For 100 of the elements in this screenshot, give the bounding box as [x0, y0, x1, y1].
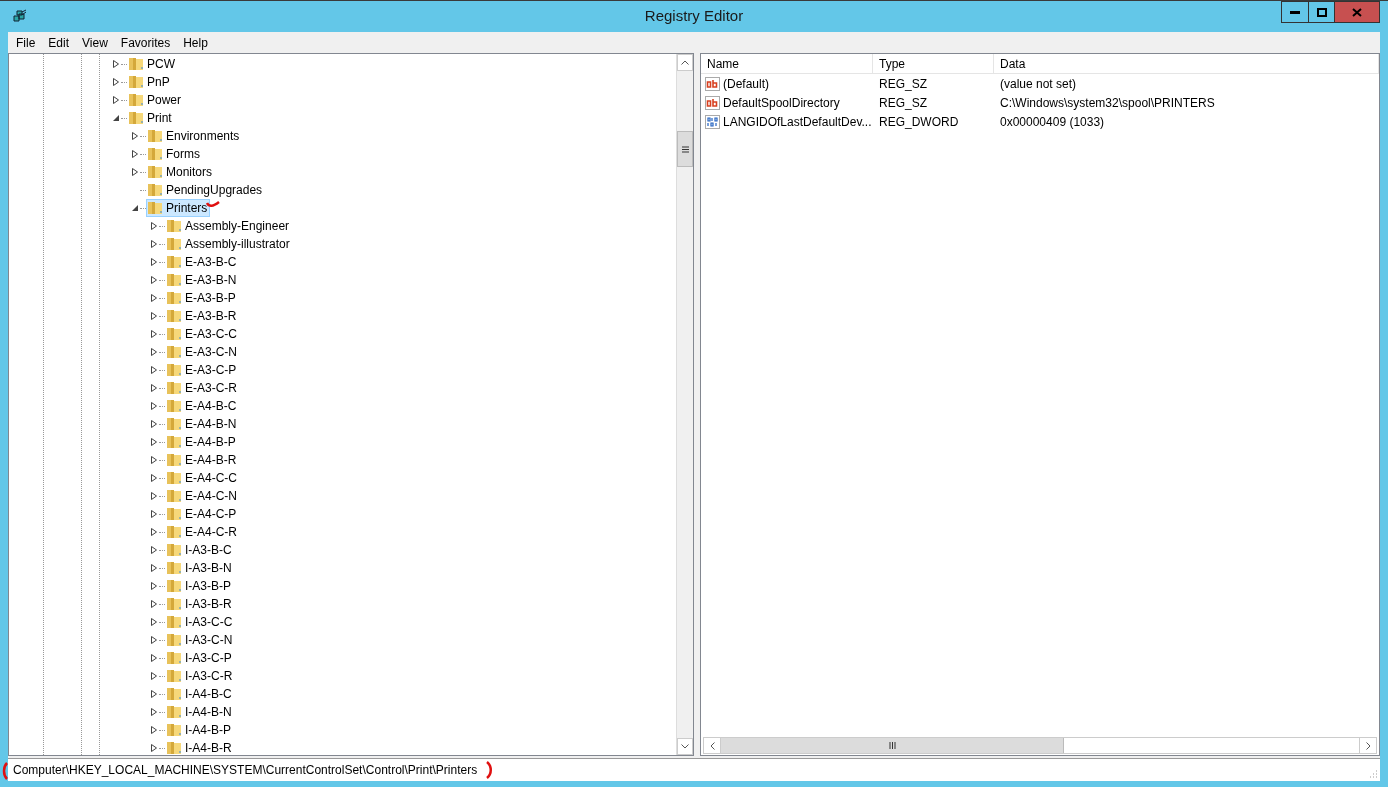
expand-triangle-icon[interactable] [150, 546, 158, 554]
expand-triangle-icon[interactable] [150, 384, 158, 392]
expand-triangle-icon[interactable] [112, 78, 120, 86]
expand-triangle-icon[interactable] [150, 654, 158, 662]
tree-item[interactable]: E-A3-B-N [165, 271, 240, 289]
expand-triangle-icon[interactable] [150, 690, 158, 698]
tree-item[interactable]: I-A4-B-P [165, 721, 234, 739]
expand-triangle-icon[interactable] [150, 402, 158, 410]
tree-item[interactable]: Print [127, 109, 175, 127]
menu-item[interactable]: View [76, 33, 114, 52]
expand-triangle-icon[interactable] [112, 96, 120, 104]
menu-item[interactable]: Favorites [114, 33, 177, 52]
vertical-scrollbar[interactable] [676, 54, 693, 755]
menu-item[interactable]: Help [177, 33, 214, 52]
scroll-down-button[interactable] [677, 738, 693, 755]
minimize-button[interactable] [1281, 1, 1309, 23]
expand-triangle-icon[interactable] [150, 708, 158, 716]
expand-triangle-icon[interactable] [131, 168, 139, 176]
expand-triangle-icon[interactable] [150, 582, 158, 590]
scroll-right-button[interactable] [1359, 738, 1376, 753]
expand-triangle-icon[interactable] [150, 726, 158, 734]
scroll-left-button[interactable] [704, 738, 721, 753]
tree-item[interactable]: E-A4-B-R [165, 451, 240, 469]
expand-triangle-icon[interactable] [150, 438, 158, 446]
expand-triangle-icon[interactable] [150, 330, 158, 338]
tree-item[interactable]: E-A3-B-R [165, 307, 240, 325]
value-name[interactable]: (Default) [723, 74, 769, 93]
expand-triangle-icon[interactable] [131, 132, 139, 140]
expand-triangle-icon[interactable] [150, 474, 158, 482]
tree-item[interactable]: Assembly-Engineer [165, 217, 293, 235]
scroll-up-button[interactable] [677, 54, 693, 71]
expand-triangle-icon[interactable] [150, 510, 158, 518]
expand-triangle-icon[interactable] [150, 276, 158, 284]
expand-triangle-icon[interactable] [150, 492, 158, 500]
tree-item[interactable]: I-A3-B-N [165, 559, 235, 577]
tree-item[interactable]: Assembly-illustrator [165, 235, 293, 253]
tree-item[interactable]: E-A4-B-N [165, 415, 240, 433]
expand-triangle-icon[interactable] [150, 348, 158, 356]
tree-item[interactable]: I-A3-B-R [165, 595, 235, 613]
close-button[interactable] [1335, 1, 1380, 23]
tree-item[interactable]: E-A3-B-C [165, 253, 240, 271]
expand-triangle-icon[interactable] [150, 618, 158, 626]
tree-item[interactable]: E-A4-C-P [165, 505, 240, 523]
registry-cubes-icon[interactable] [12, 8, 28, 25]
tree-item[interactable]: Forms [146, 145, 203, 163]
tree-item[interactable]: E-A4-C-N [165, 487, 240, 505]
expand-triangle-icon[interactable] [131, 150, 139, 158]
tree-item[interactable]: I-A3-C-C [165, 613, 236, 631]
menu-item[interactable]: Edit [42, 33, 76, 52]
tree-item[interactable]: Environments [146, 127, 243, 145]
scroll-thumb[interactable] [677, 131, 693, 167]
expand-triangle-icon[interactable] [150, 636, 158, 644]
tree-item[interactable]: I-A3-C-P [165, 649, 235, 667]
expand-triangle-icon[interactable] [150, 258, 158, 266]
value-name[interactable]: LANGIDOfLastDefaultDev... [723, 112, 872, 131]
tree-item[interactable]: E-A3-C-N [165, 343, 240, 361]
tree-item[interactable]: I-A4-B-R [165, 739, 235, 755]
tree-item[interactable]: PnP [127, 73, 173, 91]
column-header[interactable]: Name [701, 54, 873, 73]
expand-triangle-icon[interactable] [150, 312, 158, 320]
expand-triangle-icon[interactable] [150, 600, 158, 608]
expand-triangle-icon[interactable] [150, 528, 158, 536]
expand-triangle-icon[interactable] [150, 456, 158, 464]
tree-item[interactable]: PCW [127, 55, 178, 73]
expand-triangle-icon[interactable] [150, 294, 158, 302]
tree-item[interactable]: Power [127, 91, 184, 109]
resize-grip-icon[interactable] [1368, 769, 1378, 779]
tree-item[interactable]: E-A4-B-C [165, 397, 240, 415]
expand-triangle-icon[interactable] [150, 366, 158, 374]
tree-item[interactable]: Monitors [146, 163, 215, 181]
tree-item[interactable]: Printers [146, 199, 211, 217]
tree-item[interactable]: E-A4-C-C [165, 469, 240, 487]
expand-triangle-icon[interactable] [150, 672, 158, 680]
expand-triangle-icon[interactable] [150, 240, 158, 248]
value-name[interactable]: DefaultSpoolDirectory [723, 93, 840, 112]
expand-triangle-icon[interactable] [150, 222, 158, 230]
tree-item[interactable]: I-A3-B-C [165, 541, 235, 559]
expand-triangle-icon[interactable] [150, 744, 158, 752]
expand-triangle-icon[interactable] [112, 60, 120, 68]
tree-item[interactable]: E-A3-C-C [165, 325, 240, 343]
tree-item[interactable]: I-A3-B-P [165, 577, 234, 595]
expand-triangle-icon[interactable] [150, 420, 158, 428]
column-header[interactable]: Type [873, 54, 994, 73]
tree-item[interactable]: I-A3-C-R [165, 667, 236, 685]
expand-triangle-icon[interactable] [150, 564, 158, 572]
horizontal-scrollbar[interactable] [703, 737, 1377, 754]
tree-item[interactable]: E-A3-B-P [165, 289, 239, 307]
collapse-triangle-icon[interactable] [112, 114, 120, 122]
tree-item[interactable]: E-A3-C-R [165, 379, 240, 397]
tree-item[interactable]: E-A3-C-P [165, 361, 240, 379]
collapse-triangle-icon[interactable] [131, 204, 139, 212]
tree-item[interactable]: E-A4-C-R [165, 523, 240, 541]
tree-item[interactable]: PendingUpgrades [146, 181, 266, 199]
menu-item[interactable]: File [10, 33, 42, 52]
column-header[interactable]: Data [994, 54, 1379, 73]
tree-item[interactable]: I-A3-C-N [165, 631, 236, 649]
scroll-thumb[interactable] [721, 738, 1064, 753]
tree-item[interactable]: E-A4-B-P [165, 433, 239, 451]
tree-item[interactable]: I-A4-B-N [165, 703, 235, 721]
tree-item[interactable]: I-A4-B-C [165, 685, 235, 703]
